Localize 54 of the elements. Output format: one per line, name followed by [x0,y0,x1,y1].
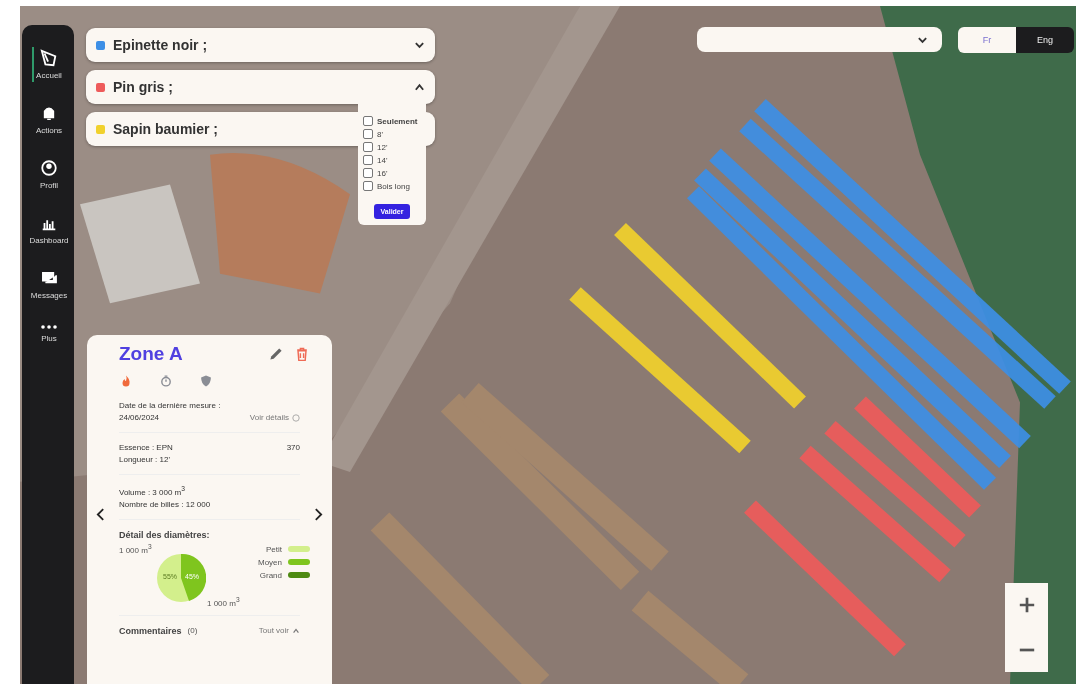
checkbox[interactable] [363,168,373,178]
checkbox[interactable] [363,155,373,165]
volume-label: 1 000 m$^{3}$ [207,595,240,608]
date-value: 24/06/2024 [119,413,160,422]
trash-icon[interactable] [294,346,310,362]
language-toggle[interactable]: Fr [958,27,1016,53]
length-text: Longueur : 12' [119,455,171,464]
option-label: 8' [377,129,383,139]
pie-chart-drawing [156,552,206,603]
checkbox[interactable] [363,142,373,152]
checkbox[interactable] [363,129,373,139]
zone-title: Zone A [119,343,183,365]
comments-label: Commentaires [119,625,182,636]
species-accordion[interactable]: Pin gris ; [86,70,435,104]
chevron-up-icon [292,626,300,635]
nav-item[interactable]: Dashboard [25,212,71,247]
zoom-in-icon[interactable] [1017,596,1036,615]
checkbox[interactable] [363,116,373,126]
more-icon [40,324,58,330]
comments-count: (0) [187,626,198,636]
log-count-text: Nombre de billes : 12 000 [119,499,212,509]
date-label: Date de la dernière mesure : [119,401,222,410]
cursor-icon [40,49,58,67]
chevron-icon [414,41,425,49]
option-label: Bois long [377,181,410,191]
nav-item[interactable]: Accueil [32,47,64,82]
nav-item[interactable]: Profil [35,157,61,192]
chevron-icon [917,35,928,44]
details-link[interactable]: Voir détails [249,413,300,422]
count-value: 370 [286,443,300,452]
nav-item[interactable]: Messages [26,267,70,302]
see-all-link[interactable]: Tout voir [258,626,300,636]
volume-text: Volume : 3 000 m$^{3}$ [119,485,186,497]
section-title: Détail des diamètres: [119,529,211,540]
volume-label: 1 000 m$^{3}$ [119,542,152,555]
legend-label: Petit [266,544,282,554]
species-text: Essence : EPN [119,443,173,452]
stopwatch-icon[interactable] [159,374,173,388]
select-field[interactable] [697,27,942,52]
language-toggle[interactable]: Eng [1016,27,1074,53]
legend-label: Grand [259,570,282,580]
user-icon [40,159,58,177]
checkbox[interactable] [363,181,373,191]
nav-item[interactable]: Plus [36,322,60,345]
chevron-icon [414,83,425,91]
info-icon [292,413,300,422]
nav-item[interactable]: Actions [31,102,65,137]
shield-icon[interactable] [199,374,213,388]
pencil-icon[interactable] [268,346,284,362]
option-label: 14' [377,155,388,165]
option-label: 16' [377,168,388,178]
legend-label: Moyen [258,557,282,567]
species-accordion[interactable]: Epinette noir ; [86,28,435,62]
option-label: Seulement [377,116,418,126]
